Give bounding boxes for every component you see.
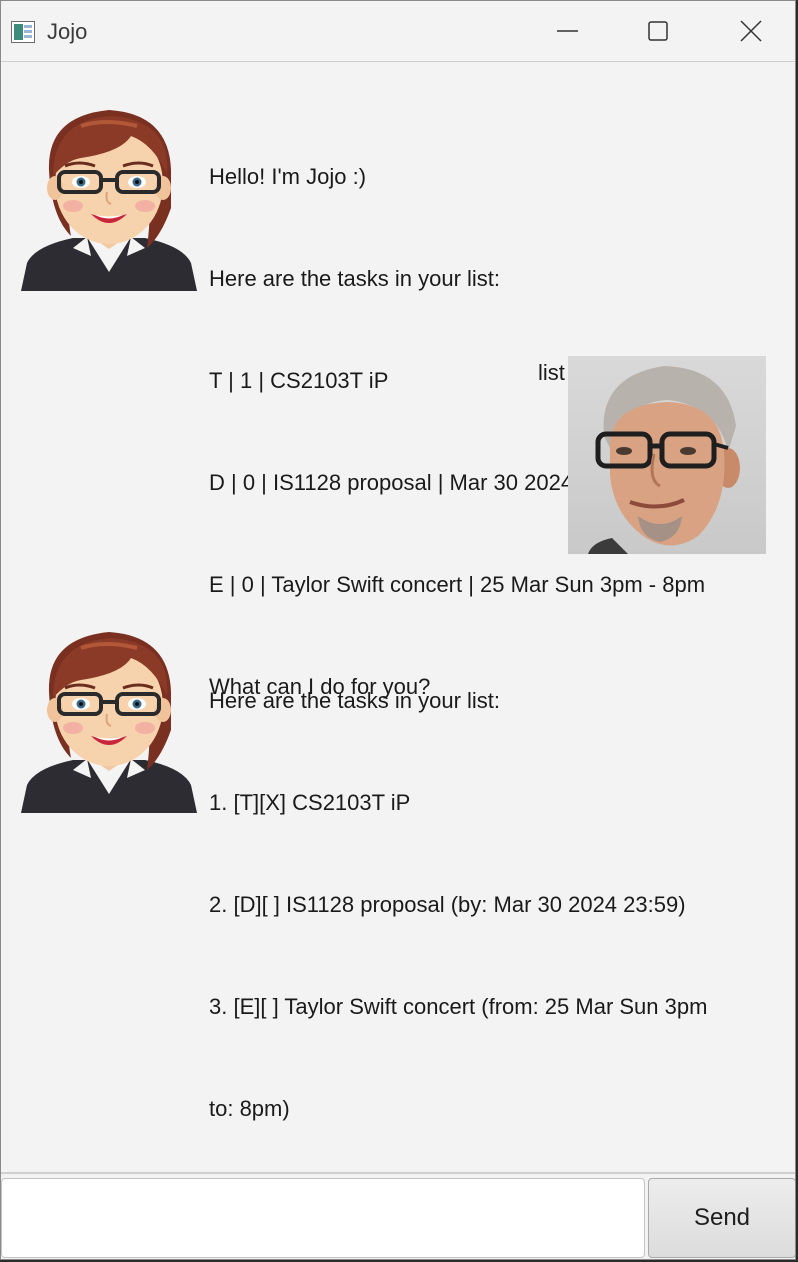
message-line: to: 8pm) [209,1096,290,1121]
man-with-glasses-photo [568,356,766,554]
message-line: E | 0 | Taylor Swift concert | 25 Mar Su… [209,572,706,597]
message-line: 3. [E][ ] Taylor Swift concert (from: 25… [209,994,708,1019]
input-separator [1,1172,795,1174]
woman-with-glasses-avatar [21,96,197,291]
title-bar[interactable]: Jojo [1,1,795,62]
close-icon [740,20,762,42]
window-title: Jojo [47,19,88,44]
message-line: 1. [T][X] CS2103T iP [209,790,411,815]
message-input[interactable] [1,1178,645,1258]
message-line: Here are the tasks in your list: [209,688,501,713]
app-window-icon [11,21,35,43]
maximize-button[interactable] [612,1,704,61]
maximize-icon [648,21,668,41]
minimize-button[interactable] [521,1,613,61]
user-message: list [538,360,565,385]
chat-scroll-pane[interactable]: Hello! I'm Jojo :) Here are the tasks in… [1,62,795,1172]
close-button[interactable] [704,1,795,61]
message-line: Here are the tasks in your list: [209,266,501,291]
message-line: Hello! I'm Jojo :) [209,164,367,189]
app-window: Jojo Hello! I'm Jojo :) Here are the tas… [0,0,796,1260]
bot-message-2: Here are the tasks in your list: 1. [T][… [209,616,707,1194]
minimize-icon [557,30,578,32]
woman-with-glasses-avatar [21,618,197,813]
message-line: 2. [D][ ] IS1128 proposal (by: Mar 30 20… [209,892,686,917]
send-button[interactable]: Send [648,1178,795,1258]
